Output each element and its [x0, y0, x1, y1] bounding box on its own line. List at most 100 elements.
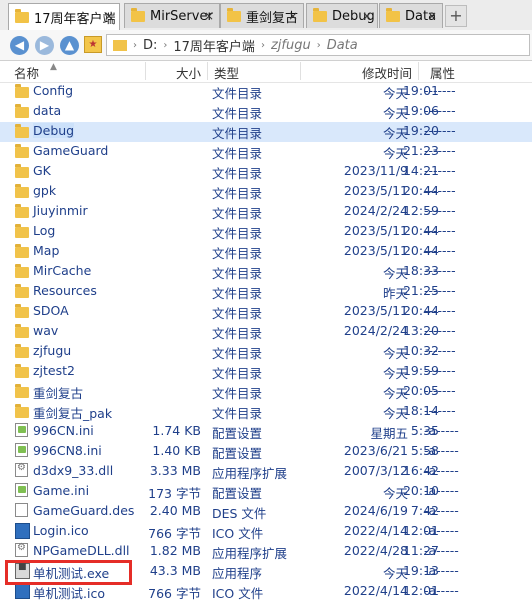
file-name: 996CN8.ini: [33, 443, 102, 458]
file-row[interactable]: data 文件目录 今天 19:06 -------: [0, 102, 532, 122]
file-attributes: -a-----: [424, 563, 459, 578]
tab-重剑复古[interactable]: 重剑复古 ×: [220, 3, 304, 28]
file-type: 文件目录: [212, 106, 263, 121]
up-arrow-icon[interactable]: ▲: [60, 36, 79, 55]
forward-arrow-icon[interactable]: ▶: [35, 36, 54, 55]
file-row[interactable]: 重剑复古_pak 文件目录 今天 18:14 -------: [0, 402, 532, 422]
file-row[interactable]: 重剑复古 文件目录 今天 20:05 -------: [0, 382, 532, 402]
file-name: 单机测试.exe: [33, 566, 110, 581]
file-date: 2022/4/28: [343, 543, 408, 558]
file-row[interactable]: Jiuyinmir 文件目录 2024/2/24 12:59 -------: [0, 202, 532, 222]
file-row[interactable]: Debug 文件目录 今天 19:20 -------: [0, 122, 532, 142]
file-row[interactable]: Login.ico 766 字节 ICO 文件 2022/4/14 12:01 -a---…: [0, 522, 532, 542]
file-type: 文件目录: [212, 306, 263, 321]
file-row[interactable]: Config 文件目录 今天 19:01 -------: [0, 82, 532, 102]
file-name: Debug: [33, 123, 75, 138]
file-date: 2023/5/11: [343, 183, 408, 198]
column-divider[interactable]: [300, 62, 301, 80]
file-type: 应用程序: [212, 566, 263, 581]
column-divider[interactable]: [145, 62, 146, 80]
sort-up-icon: ▲: [50, 62, 57, 72]
file-size: 3.33 MB: [149, 463, 201, 478]
file-attributes: -------: [424, 343, 456, 358]
file-name: 单机测试.ico: [33, 586, 105, 601]
file-date: 2023/5/11: [343, 243, 408, 258]
file-row[interactable]: 单机测试.ico 766 字节 ICO 文件 2022/4/14 12:01 -a----…: [0, 582, 532, 602]
file-date: 2024/2/24: [343, 203, 408, 218]
column-name[interactable]: 名称: [14, 63, 39, 82]
file-row[interactable]: GK 文件目录 2023/11/9 14:21 -------: [0, 162, 532, 182]
file-row[interactable]: zjtest2 文件目录 今天 19:59 -------: [0, 362, 532, 382]
ico-file-icon: [15, 583, 30, 599]
file-row[interactable]: d3dx9_33.dll3.33 MB应用程序扩展2007/3/1216:42-…: [0, 462, 532, 482]
tab-17周年客户端[interactable]: 17周年客户端 ×: [8, 3, 120, 30]
path-box[interactable]: › D: › 17周年客户端 › zjfugu › Data: [106, 34, 530, 56]
file-type: 文件目录: [212, 126, 263, 141]
column-attributes[interactable]: 属性: [430, 63, 455, 82]
file-size: 766 字节: [148, 526, 201, 541]
file-row[interactable]: Resources 文件目录 昨天 21:25 -------: [0, 282, 532, 302]
file-name: SDOA: [33, 303, 69, 318]
tab-mirserver[interactable]: MirServer ×: [124, 3, 220, 28]
back-arrow-icon[interactable]: ◀: [10, 36, 29, 55]
file-row[interactable]: 996CN8.ini 1.40 KB 配置设置 2023/6/21 5:58 -a----…: [0, 442, 532, 462]
tab-data[interactable]: Data ×: [379, 3, 443, 28]
file-row[interactable]: 996CN.ini 1.74 KB 配置设置 星期五 5:35 -a-----: [0, 422, 532, 442]
close-icon[interactable]: ×: [362, 9, 372, 23]
column-type[interactable]: 类型: [214, 63, 239, 82]
path-segment[interactable]: 17周年客户端: [167, 36, 261, 55]
file-type: 文件目录: [212, 186, 263, 201]
folder-icon: [15, 264, 29, 278]
file-row[interactable]: SDOA 文件目录 2023/5/11 20:44 -------: [0, 302, 532, 322]
close-icon[interactable]: ×: [288, 9, 298, 23]
file-row[interactable]: MirCache 文件目录 今天 18:33 -------: [0, 262, 532, 282]
favorites-icon[interactable]: ★: [84, 36, 102, 53]
path-segment[interactable]: zjfugu: [265, 38, 317, 53]
file-attributes: -a-----: [424, 523, 459, 538]
folder-icon: [227, 7, 241, 22]
file-attributes: -------: [424, 243, 456, 258]
file-size: 1.82 MB: [149, 543, 201, 558]
file-date: 2022/4/14: [343, 583, 408, 598]
file-attributes: -a-----: [424, 543, 459, 558]
file-type: 文件目录: [212, 326, 263, 341]
close-icon[interactable]: ×: [427, 9, 437, 23]
file-size: 1.40 KB: [152, 443, 201, 458]
file-row[interactable]: gpk 文件目录 2023/5/11 20:44 -------: [0, 182, 532, 202]
file-date: 2024/6/19: [343, 503, 408, 518]
file-row[interactable]: 单机测试.exe43.3 MB应用程序今天19:13-a-----: [0, 562, 532, 582]
file-row[interactable]: wav 文件目录 2024/2/24 13:20 -------: [0, 322, 532, 342]
file-name: zjfugu: [33, 343, 72, 358]
file-row[interactable]: Log 文件目录 2023/5/11 20:44 -------: [0, 222, 532, 242]
file-type: 文件目录: [212, 386, 263, 401]
file-row[interactable]: GameGuard.des 2.40 MB DES 文件 2024/6/19 7:42-…: [0, 502, 532, 522]
file-row[interactable]: zjfugu 文件目录 今天 10:32 -------: [0, 342, 532, 362]
folder-icon: [15, 364, 29, 378]
file-attributes: -------: [424, 363, 456, 378]
close-icon[interactable]: ×: [104, 9, 114, 23]
column-divider[interactable]: [418, 62, 419, 80]
close-icon[interactable]: ×: [204, 9, 214, 23]
file-row[interactable]: NPGameDLL.dll1.82 MB应用程序扩展2022/4/2811:27…: [0, 542, 532, 562]
file-name: Map: [33, 243, 60, 258]
file-row[interactable]: GameGuard 文件目录 今天 21:23 -------: [0, 142, 532, 162]
new-tab-button[interactable]: +: [445, 5, 467, 27]
file-attributes: -------: [424, 123, 456, 138]
file-name: GK: [33, 163, 51, 178]
file-name: Resources: [33, 283, 97, 298]
file-row[interactable]: Game.ini 173 字节 配置设置 今天 20:10 -a-----: [0, 482, 532, 502]
folder-icon: [15, 164, 29, 178]
path-segment[interactable]: Data: [321, 38, 364, 53]
column-divider[interactable]: [207, 62, 208, 80]
file-date: 2024/2/24: [343, 323, 408, 338]
file-row[interactable]: Map 文件目录 2023/5/11 20:44 -------: [0, 242, 532, 262]
folder-icon: [15, 204, 29, 218]
file-type: 文件目录: [212, 146, 263, 161]
column-size[interactable]: 大小: [176, 63, 201, 82]
path-drive[interactable]: D:: [137, 38, 163, 53]
file-type: 文件目录: [212, 226, 263, 241]
folder-icon: [15, 124, 29, 138]
tab-debug[interactable]: Debug ×: [306, 3, 378, 28]
column-modified[interactable]: 修改时间: [362, 63, 412, 82]
file-name: 重剑复古_pak: [33, 406, 113, 421]
